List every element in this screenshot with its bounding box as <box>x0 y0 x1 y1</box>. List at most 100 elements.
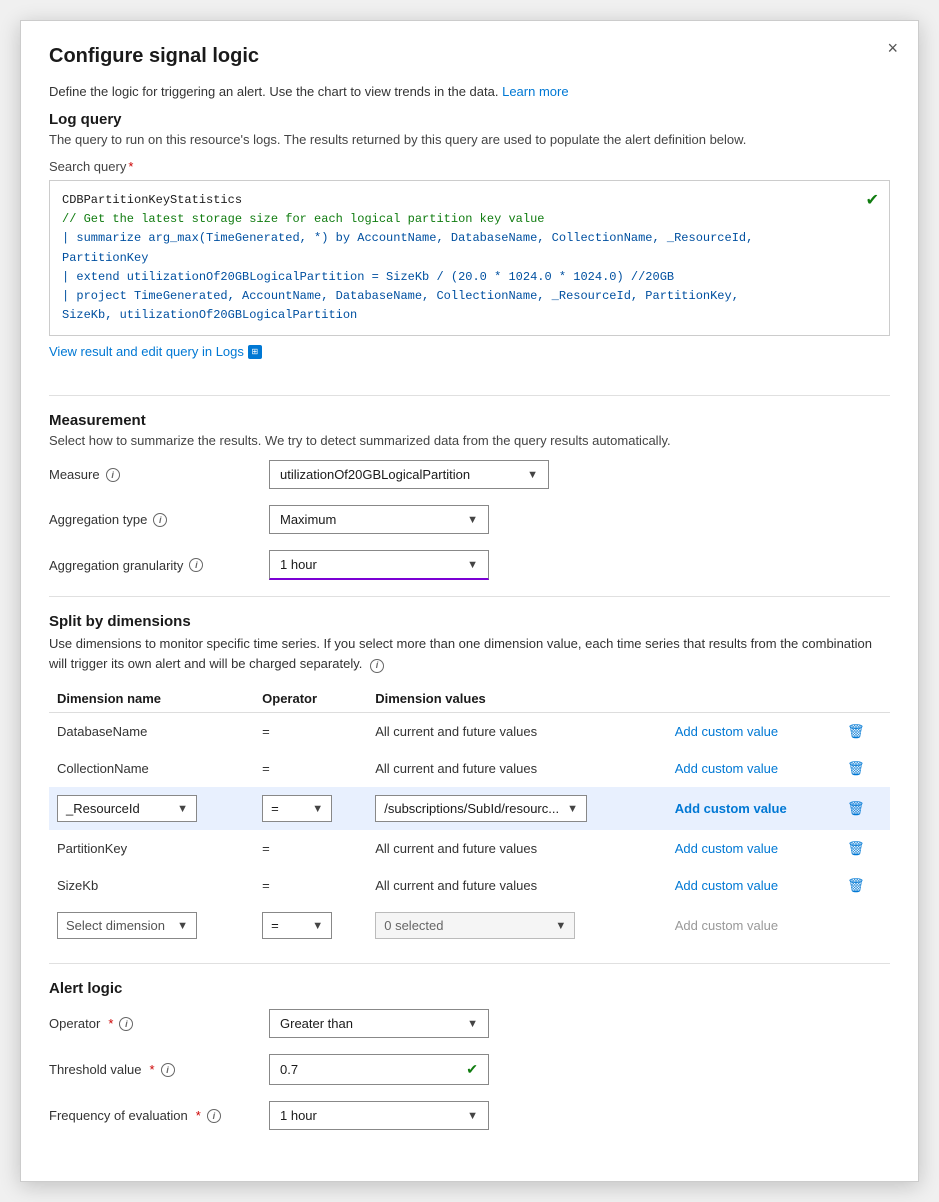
col-dimension-values: Dimension values <box>367 685 667 713</box>
measure-label: Measure i <box>49 467 269 482</box>
delete-collectionname-button[interactable]: 🗑 <box>843 758 869 779</box>
query-line-5: | extend utilizationOf20GBLogicalPartiti… <box>62 268 877 287</box>
query-box[interactable]: ✔ CDBPartitionKeyStatistics // Get the l… <box>49 180 890 336</box>
resourceid-chevron-icon: ▼ <box>177 803 188 815</box>
query-line-4: PartitionKey <box>62 249 877 268</box>
split-by-dimensions-desc: Use dimensions to monitor specific time … <box>49 634 890 673</box>
measure-dropdown[interactable]: utilizationOf20GBLogicalPartition ▼ <box>269 460 549 489</box>
learn-more-link[interactable]: Learn more <box>502 84 568 99</box>
frequency-chevron-icon: ▼ <box>467 1110 478 1122</box>
dim-values-resourceid-cell: /subscriptions/SubId/resourc... ▼ <box>367 787 667 830</box>
measurement-section-title: Measurement <box>49 412 890 429</box>
dim-name-resourceid-dropdown[interactable]: _ResourceId ▼ <box>57 795 197 822</box>
dialog-title: Configure signal logic <box>49 45 890 68</box>
divider-3 <box>49 963 890 964</box>
divider-1 <box>49 395 890 396</box>
delete-databasename-button[interactable]: 🗑 <box>843 721 869 742</box>
dimensions-table-header: Dimension name Operator Dimension values <box>49 685 890 713</box>
threshold-info-icon: i <box>161 1063 175 1077</box>
measurement-desc: Select how to summarize the results. We … <box>49 433 890 448</box>
alert-logic-section-title: Alert logic <box>49 980 890 997</box>
dim-op-databasename: = <box>254 713 367 751</box>
dim-values-databasename: All current and future values <box>367 713 667 751</box>
dimensions-table: Dimension name Operator Dimension values… <box>49 685 890 947</box>
dim-op-resourceid-cell: = ▼ <box>254 787 367 830</box>
divider-2 <box>49 596 890 597</box>
threshold-row: Threshold value * i 0.7 ✔ <box>49 1054 890 1085</box>
new-dim-values-cell: 0 selected ▼ <box>367 904 667 947</box>
add-custom-new-dim: Add custom value <box>675 918 778 933</box>
aggregation-granularity-info-icon: i <box>189 558 203 572</box>
close-button[interactable]: × <box>887 39 898 57</box>
query-line-1: CDBPartitionKeyStatistics <box>62 191 877 210</box>
delete-sizekb-button[interactable]: 🗑 <box>843 875 869 896</box>
new-dim-values-chevron-icon: ▼ <box>555 920 566 932</box>
aggregation-type-row: Aggregation type i Maximum ▼ <box>49 505 890 534</box>
measure-chevron-icon: ▼ <box>527 469 538 481</box>
view-query-link[interactable]: View result and edit query in Logs ⊞ <box>49 344 262 359</box>
external-link-icon: ⊞ <box>248 345 262 359</box>
dim-op-resourceid-dropdown[interactable]: = ▼ <box>262 795 332 822</box>
aggregation-type-info-icon: i <box>153 513 167 527</box>
col-dimension-name: Dimension name <box>49 685 254 713</box>
new-dim-values-dropdown[interactable]: 0 selected ▼ <box>375 912 575 939</box>
query-line-6: | project TimeGenerated, AccountName, Da… <box>62 287 877 306</box>
dim-name-databasename: DatabaseName <box>49 713 254 751</box>
add-custom-databasename[interactable]: Add custom value <box>675 724 778 739</box>
aggregation-granularity-label: Aggregation granularity i <box>49 558 269 573</box>
split-info-icon: i <box>370 659 384 673</box>
search-query-label: Search query* <box>49 159 890 174</box>
table-row: DatabaseName = All current and future va… <box>49 713 890 751</box>
dim-name-collectionname: CollectionName <box>49 750 254 787</box>
log-query-section-title: Log query <box>49 111 890 128</box>
configure-signal-logic-dialog: Configure signal logic × Define the logi… <box>20 20 919 1182</box>
measure-row: Measure i utilizationOf20GBLogicalPartit… <box>49 460 890 489</box>
new-dimension-row: Select dimension ▼ = ▼ 0 selected ▼ <box>49 904 890 947</box>
operator-label: Operator * i <box>49 1016 269 1031</box>
delete-resourceid-button[interactable]: 🗑 <box>843 798 869 819</box>
dim-op-sizekb: = <box>254 867 367 904</box>
col-operator: Operator <box>254 685 367 713</box>
table-row-resourceid: _ResourceId ▼ = ▼ /subscriptions/SubId/r… <box>49 787 890 830</box>
operator-dropdown[interactable]: Greater than ▼ <box>269 1009 489 1038</box>
table-row: PartitionKey = All current and future va… <box>49 830 890 867</box>
frequency-label: Frequency of evaluation * i <box>49 1108 269 1123</box>
dim-name-partitionkey: PartitionKey <box>49 830 254 867</box>
add-custom-partitionkey[interactable]: Add custom value <box>675 841 778 856</box>
query-valid-icon: ✔ <box>866 189 879 215</box>
aggregation-type-label: Aggregation type i <box>49 512 269 527</box>
threshold-required-star: * <box>150 1062 155 1077</box>
log-query-desc: The query to run on this resource's logs… <box>49 132 890 147</box>
query-line-3: | summarize arg_max(TimeGenerated, *) by… <box>62 229 877 248</box>
query-line-7: SizeKb, utilizationOf20GBLogicalPartitio… <box>62 306 877 325</box>
dim-values-collectionname: All current and future values <box>367 750 667 787</box>
dim-op-collectionname: = <box>254 750 367 787</box>
aggregation-type-chevron-icon: ▼ <box>467 514 478 526</box>
aggregation-type-dropdown[interactable]: Maximum ▼ <box>269 505 489 534</box>
add-custom-resourceid[interactable]: Add custom value <box>675 801 787 816</box>
measure-info-icon: i <box>106 468 120 482</box>
operator-chevron-icon: ▼ <box>467 1018 478 1030</box>
frequency-row: Frequency of evaluation * i 1 hour ▼ <box>49 1101 890 1130</box>
table-row: SizeKb = All current and future values A… <box>49 867 890 904</box>
operator-row: Operator * i Greater than ▼ <box>49 1009 890 1038</box>
new-dim-op-cell: = ▼ <box>254 904 367 947</box>
new-dim-op-dropdown[interactable]: = ▼ <box>262 912 332 939</box>
aggregation-granularity-chevron-icon: ▼ <box>467 559 478 571</box>
threshold-input[interactable]: 0.7 ✔ <box>269 1054 489 1085</box>
new-dim-name-cell: Select dimension ▼ <box>49 904 254 947</box>
required-star: * <box>128 159 133 174</box>
add-custom-collectionname[interactable]: Add custom value <box>675 761 778 776</box>
add-custom-sizekb[interactable]: Add custom value <box>675 878 778 893</box>
dim-values-resourceid-dropdown[interactable]: /subscriptions/SubId/resourc... ▼ <box>375 795 587 822</box>
select-dimension-dropdown[interactable]: Select dimension ▼ <box>57 912 197 939</box>
dim-values-partitionkey: All current and future values <box>367 830 667 867</box>
dim-name-resourceid-cell: _ResourceId ▼ <box>49 787 254 830</box>
table-row: CollectionName = All current and future … <box>49 750 890 787</box>
delete-partitionkey-button[interactable]: 🗑 <box>843 838 869 859</box>
frequency-dropdown[interactable]: 1 hour ▼ <box>269 1101 489 1130</box>
aggregation-granularity-dropdown[interactable]: 1 hour ▼ <box>269 550 489 580</box>
threshold-check-icon: ✔ <box>466 1061 478 1078</box>
operator-required-star: * <box>108 1016 113 1031</box>
aggregation-granularity-row: Aggregation granularity i 1 hour ▼ <box>49 550 890 580</box>
